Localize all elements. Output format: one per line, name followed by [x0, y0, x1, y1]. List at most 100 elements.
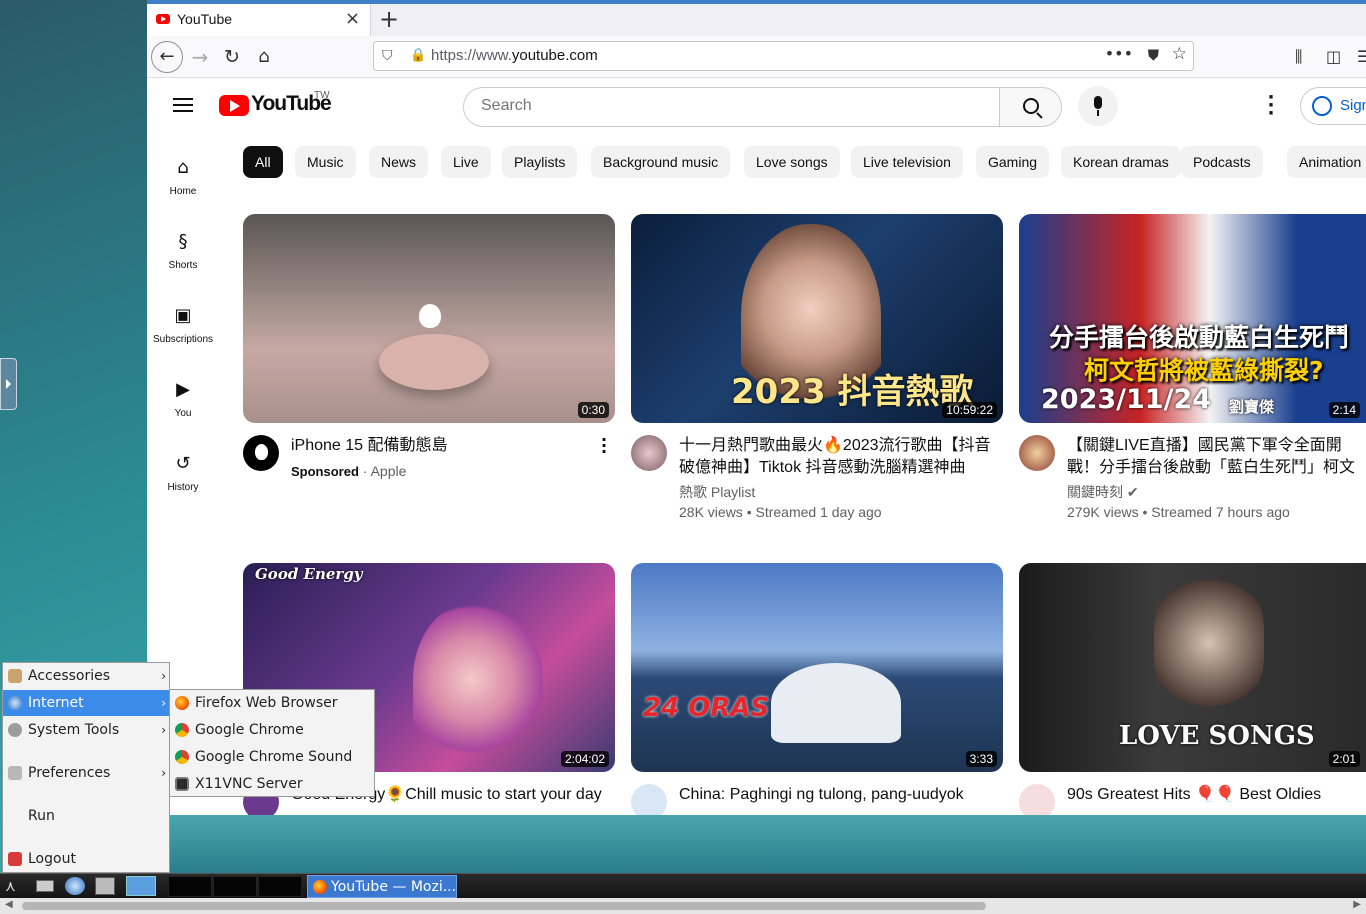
chip-live[interactable]: Live — [441, 146, 491, 178]
new-tab-button[interactable]: + — [379, 5, 399, 33]
menu-item-logout[interactable]: Logout — [3, 846, 169, 872]
chip-all[interactable]: All — [243, 146, 283, 178]
video-more-icon[interactable]: · · · — [601, 432, 607, 460]
desktop-1-pager[interactable] — [168, 876, 212, 897]
web-browser-icon[interactable] — [65, 877, 85, 895]
video-channel[interactable]: 熱歌 Playlist — [679, 482, 755, 502]
hamburger-menu-icon[interactable] — [173, 98, 193, 112]
scroll-right-icon[interactable]: ▶ — [1353, 899, 1361, 910]
shield-icon[interactable]: ⛉ — [382, 48, 393, 64]
search-button[interactable] — [999, 87, 1062, 127]
reload-button[interactable]: ↻ — [217, 42, 247, 72]
thumbnail-overlay-text: 2023 抖音熱歌 — [731, 372, 974, 412]
menu-item-x11vnc[interactable]: X11VNC Server — [170, 771, 374, 797]
menu-item-google-chrome-sound[interactable]: Google Chrome Sound — [170, 744, 374, 770]
taskbar: ⋏ YouTube — Mozi... — [0, 873, 1366, 898]
application-menu: Accessories › Internet › System Tools › … — [2, 662, 170, 873]
video-thumbnail[interactable]: 24 ORAS 3:33 — [631, 563, 1003, 772]
menu-item-firefox[interactable]: Firefox Web Browser — [170, 690, 374, 716]
channel-avatar[interactable] — [631, 435, 667, 471]
scroll-left-icon[interactable]: ◀ — [5, 899, 13, 910]
url-prefix: https://www. — [431, 47, 512, 64]
bookmark-star-icon[interactable]: ☆ — [1172, 44, 1187, 64]
youtube-logo-icon[interactable] — [219, 95, 249, 116]
tab-title: YouTube — [177, 11, 233, 27]
chip-korean-dramas[interactable]: Korean dramas — [1061, 146, 1181, 178]
file-manager-icon[interactable] — [95, 877, 115, 895]
menu-item-google-chrome[interactable]: Google Chrome — [170, 717, 374, 743]
back-button[interactable]: ← — [151, 41, 183, 73]
chip-podcasts[interactable]: Podcasts — [1181, 146, 1263, 178]
horizontal-scrollbar[interactable]: ◀ ▶ — [0, 898, 1366, 914]
video-thumbnail[interactable]: 0:30 — [243, 214, 615, 423]
menu-label: Internet — [28, 695, 84, 711]
tab-close-button[interactable]: × — [345, 8, 360, 29]
video-title[interactable]: iPhone 15 配備動態島 — [291, 435, 606, 457]
video-title[interactable]: 90s Greatest Hits 🎈🎈 Best Oldies Songs — [1067, 784, 1366, 806]
settings-more-icon[interactable]: · · · — [1265, 89, 1277, 123]
library-icon[interactable]: ⫼ — [1295, 47, 1302, 67]
apple-logo-icon — [255, 444, 268, 460]
video-title[interactable]: 【關鍵LIVE直播】國民黨下軍令全面開戰！分手擂台後啟動「藍白生死鬥」柯文哲 — [1067, 435, 1366, 479]
channel-avatar[interactable] — [1019, 784, 1055, 815]
chip-playlists[interactable]: Playlists — [502, 146, 578, 178]
search-input[interactable]: Search — [463, 87, 1000, 127]
page-actions-button[interactable]: ••• — [1105, 44, 1133, 63]
sidebar-item-you[interactable]: ▶ You — [147, 378, 219, 419]
show-desktop-icon[interactable] — [36, 880, 54, 892]
tab-youtube[interactable]: YouTube × — [147, 4, 371, 36]
sidebar-item-subscriptions[interactable]: ▣ Subscriptions — [147, 304, 219, 345]
chip-love-songs[interactable]: Love songs — [744, 146, 840, 178]
sidebar-item-history[interactable]: ↺ History — [147, 452, 219, 493]
sidebar-toggle-icon[interactable]: ◫ — [1326, 47, 1341, 66]
channel-avatar[interactable] — [1019, 435, 1055, 471]
menu-icon[interactable]: ☰ — [1357, 47, 1366, 66]
sponsored-label: Sponsored — [291, 464, 359, 479]
you-icon: ▶ — [176, 379, 190, 400]
sidebar-item-home[interactable]: ⌂ Home — [147, 156, 219, 197]
couple-photo — [1154, 573, 1264, 713]
video-title[interactable]: 十一月熱門歌曲最火🔥2023流行歌曲【抖音破億神曲】Tiktok 抖音感動洗腦精… — [679, 435, 994, 479]
desktop-2-pager[interactable] — [213, 876, 257, 897]
chip-music[interactable]: Music — [295, 146, 356, 178]
chip-news[interactable]: News — [369, 146, 429, 178]
firefox-launcher-icon[interactable] — [126, 876, 156, 896]
video-thumbnail[interactable]: 分手擂台後啟動藍白生死鬥 柯文哲將被藍綠撕裂? 2023/11/24 劉寶傑 2… — [1019, 214, 1366, 423]
voice-search-button[interactable] — [1078, 86, 1118, 126]
chip-gaming[interactable]: Gaming — [976, 146, 1050, 178]
video-thumbnail[interactable]: 2023 抖音熱歌 10:59:22 — [631, 214, 1003, 423]
scrollbar-thumb[interactable] — [22, 902, 986, 910]
pocket-icon[interactable]: ⛊ — [1148, 46, 1159, 64]
url-bar[interactable]: ⛉ 🔒 https://www.youtube.com ••• ⛊ ☆ — [373, 41, 1194, 71]
home-button[interactable]: ⌂ — [249, 42, 279, 72]
tab-bar: YouTube × + — [147, 4, 1366, 36]
menu-item-system-tools[interactable]: System Tools › — [3, 717, 169, 743]
account-icon — [1312, 96, 1332, 116]
sidebar-label-history: History — [167, 482, 199, 493]
channel-avatar[interactable] — [631, 784, 667, 815]
url-text[interactable]: https://www.youtube.com — [431, 47, 598, 64]
menu-item-internet[interactable]: Internet › — [3, 690, 169, 716]
menu-item-accessories[interactable]: Accessories › — [3, 663, 169, 689]
panel-handle[interactable] — [0, 358, 17, 410]
menu-item-run[interactable]: Run — [3, 803, 169, 829]
chip-animation[interactable]: Animation — [1287, 146, 1366, 178]
video-title[interactable]: China: Paghingi ng tulong, pang-uudyok — [679, 784, 994, 806]
taskbar-window-firefox[interactable]: YouTube — Mozi... — [307, 875, 457, 898]
channel-name[interactable]: 關鍵時刻 — [1067, 484, 1123, 500]
forward-button[interactable]: → — [185, 42, 215, 72]
chip-live-television[interactable]: Live television — [851, 146, 963, 178]
chip-background-music[interactable]: Background music — [591, 146, 731, 178]
video-thumbnail[interactable]: LOVE SONGS 2:01 — [1019, 563, 1366, 772]
desktop-3-pager[interactable] — [258, 876, 302, 897]
sidebar-item-shorts[interactable]: § Shorts — [147, 230, 219, 271]
advertiser-name[interactable]: · Apple — [363, 463, 407, 479]
sign-in-button[interactable]: Sign in — [1300, 87, 1366, 125]
start-menu-icon[interactable]: ⋏ — [5, 877, 25, 895]
channel-avatar[interactable] — [243, 435, 279, 471]
menu-label: Logout — [28, 851, 76, 867]
apple-logo-icon — [419, 304, 441, 328]
lock-icon[interactable]: 🔒 — [410, 48, 426, 63]
chevron-right-icon: › — [161, 723, 166, 737]
menu-item-preferences[interactable]: Preferences › — [3, 760, 169, 786]
